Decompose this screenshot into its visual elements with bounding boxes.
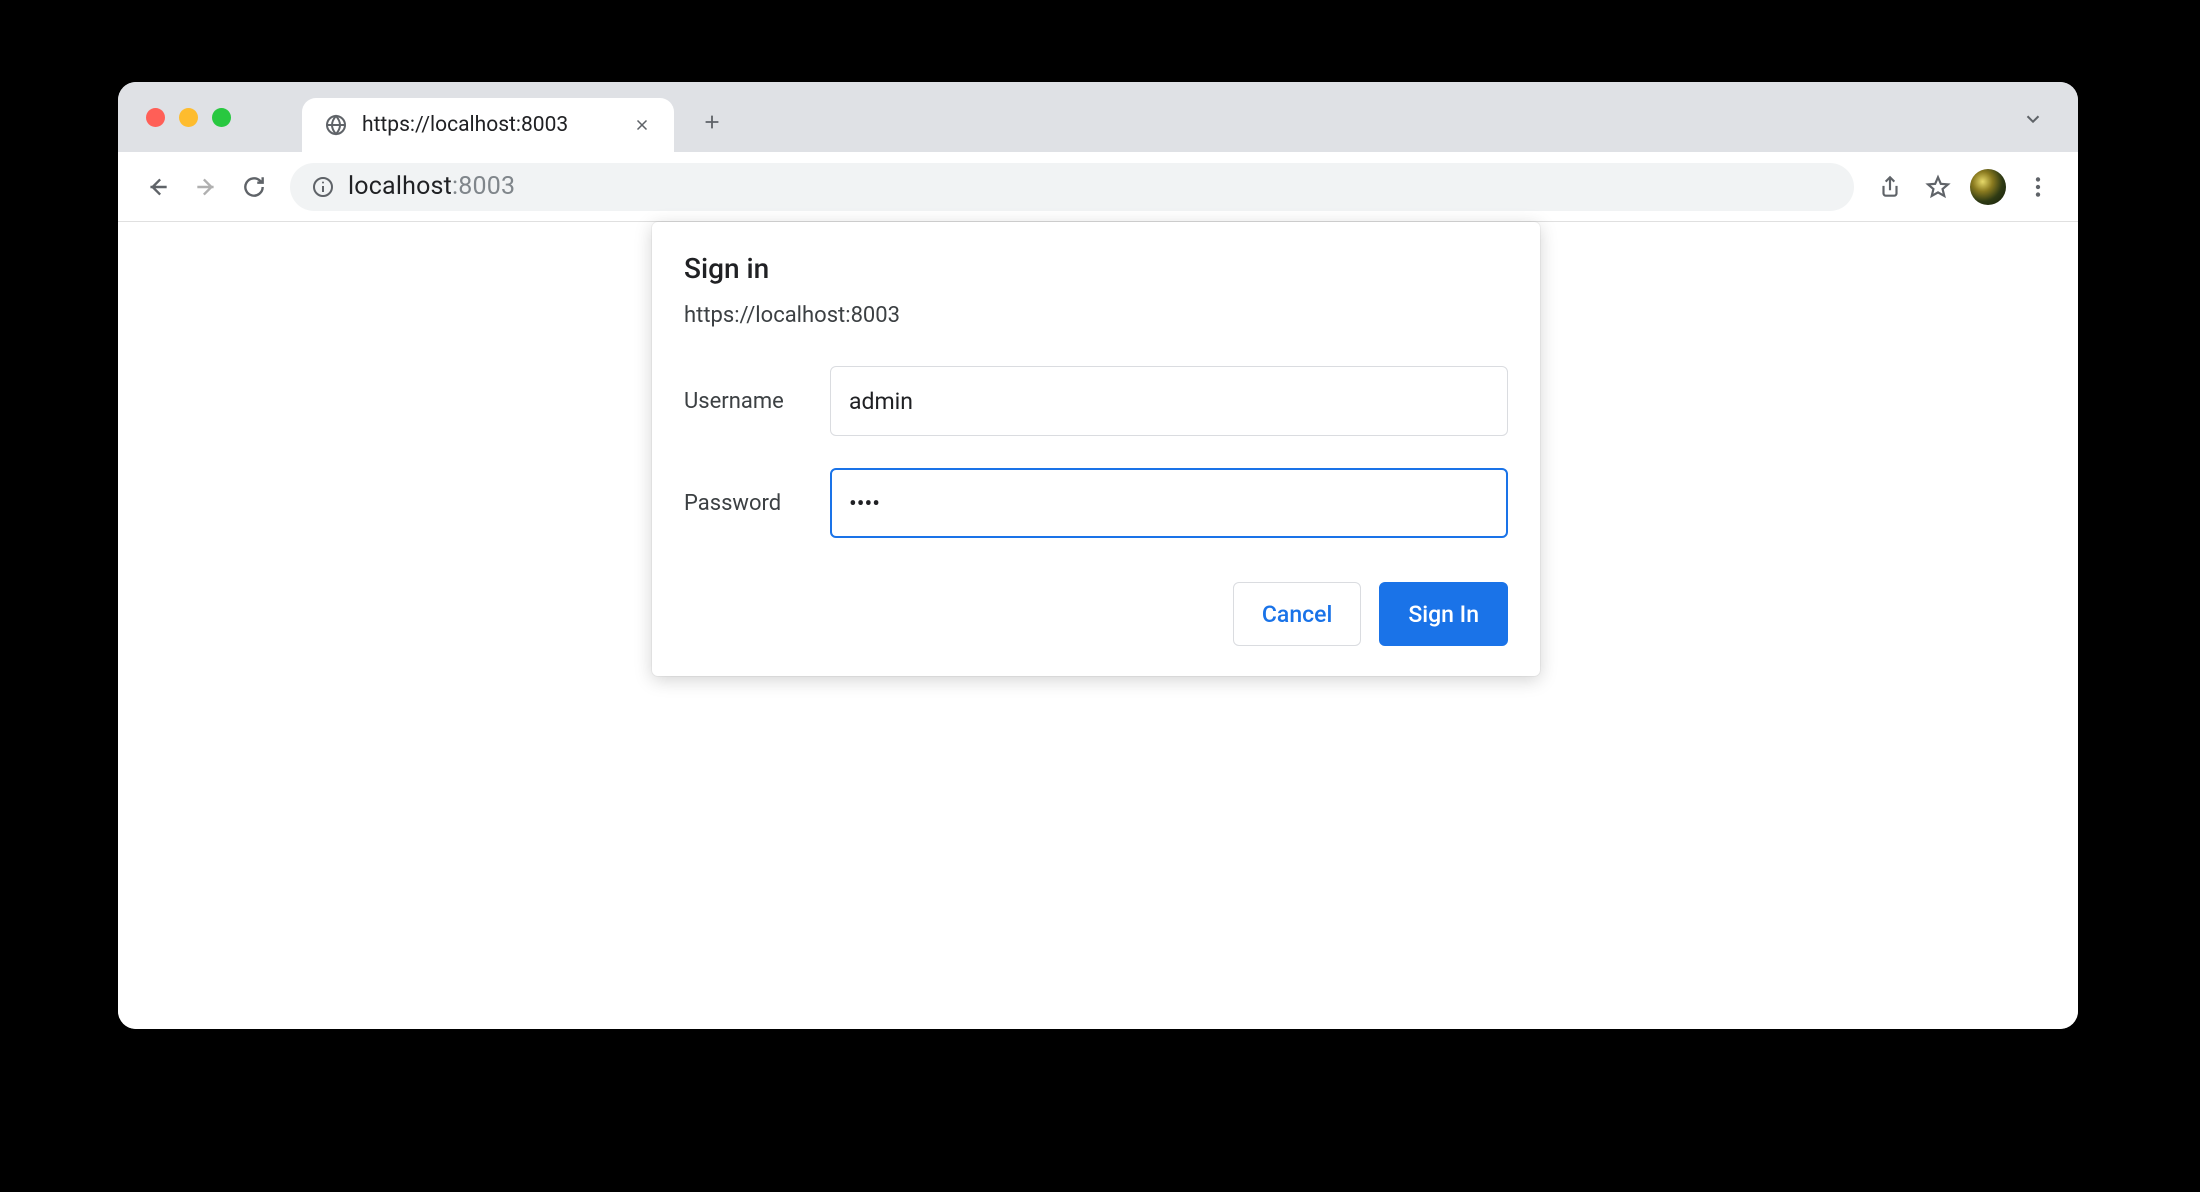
globe-icon (324, 113, 348, 137)
browser-tab[interactable]: https://localhost:8003 (302, 98, 674, 152)
reload-button[interactable] (232, 165, 276, 209)
signin-button[interactable]: Sign In (1379, 582, 1508, 646)
tab-strip: https://localhost:8003 (118, 82, 2078, 152)
page-content: Sign in https://localhost:8003 Username … (118, 222, 2078, 1029)
site-info-icon[interactable] (310, 174, 336, 200)
tab-overflow-button[interactable] (2018, 104, 2048, 134)
menu-button[interactable] (2016, 165, 2060, 209)
password-label: Password (684, 491, 830, 516)
url-host: localhost (348, 172, 452, 201)
tab-close-button[interactable] (628, 111, 656, 139)
share-button[interactable] (1868, 165, 1912, 209)
dialog-origin: https://localhost:8003 (684, 303, 1508, 328)
url-port: :8003 (452, 172, 515, 201)
address-bar-text: localhost:8003 (348, 172, 515, 201)
dialog-actions: Cancel Sign In (684, 582, 1508, 646)
cancel-button[interactable]: Cancel (1233, 582, 1361, 646)
window-minimize-button[interactable] (179, 108, 198, 127)
profile-avatar[interactable] (1970, 169, 2006, 205)
address-bar[interactable]: localhost:8003 (290, 163, 1854, 211)
new-tab-button[interactable] (694, 104, 730, 140)
username-row: Username (684, 366, 1508, 436)
bookmark-button[interactable] (1916, 165, 1960, 209)
username-input[interactable] (830, 366, 1508, 436)
password-row: Password (684, 468, 1508, 538)
password-input[interactable] (830, 468, 1508, 538)
window-close-button[interactable] (146, 108, 165, 127)
tab-title: https://localhost:8003 (362, 113, 628, 137)
dialog-title: Sign in (684, 252, 1508, 285)
window-maximize-button[interactable] (212, 108, 231, 127)
auth-dialog: Sign in https://localhost:8003 Username … (652, 222, 1540, 676)
window-controls (146, 108, 231, 127)
forward-button[interactable] (184, 165, 228, 209)
username-label: Username (684, 389, 830, 414)
toolbar: localhost:8003 (118, 152, 2078, 222)
back-button[interactable] (136, 165, 180, 209)
browser-window: https://localhost:8003 (118, 82, 2078, 1029)
